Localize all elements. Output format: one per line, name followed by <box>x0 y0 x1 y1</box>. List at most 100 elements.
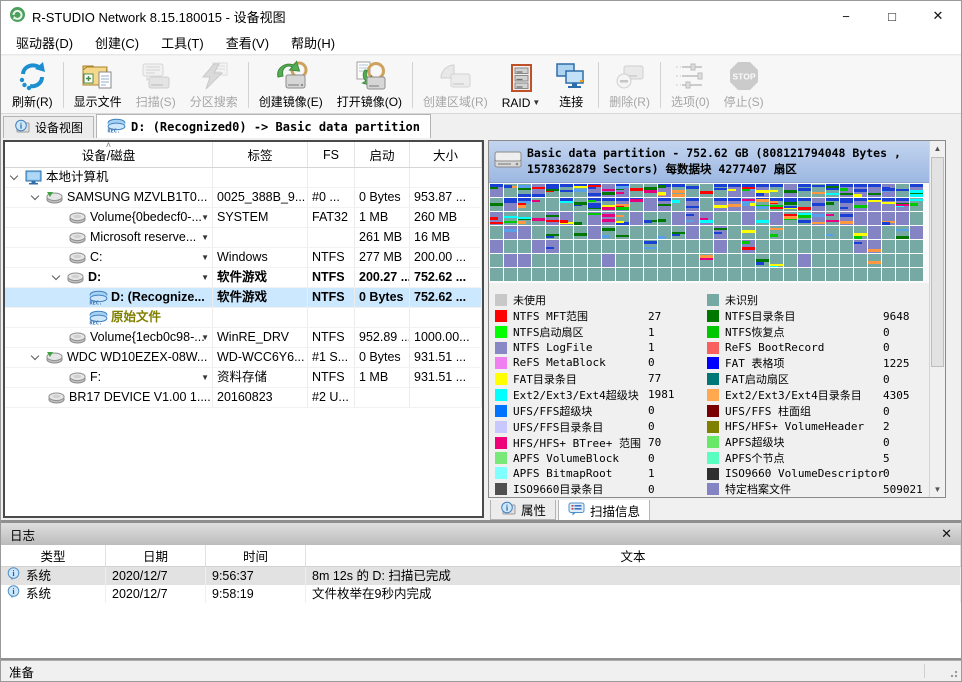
view-tab-bar: i设备视图REC.D: (Recognized0) -> Basic data … <box>1 114 961 138</box>
scroll-thumb[interactable] <box>931 157 944 367</box>
tree-row-3[interactable]: Microsoft reserve...▼261 MB16 MB <box>5 228 482 248</box>
mount-dropdown-icon[interactable]: ▼ <box>201 228 209 247</box>
mount-dropdown-icon[interactable]: ▼ <box>201 328 209 347</box>
block-cell <box>910 254 923 267</box>
view-tab-0[interactable]: i设备视图 <box>3 116 94 138</box>
expander-chevron-icon[interactable] <box>31 352 39 360</box>
scroll-up-icon[interactable]: ▲ <box>930 141 945 156</box>
block-cell <box>672 240 685 253</box>
log-row-0[interactable]: i系统2020/12/79:56:378m 12s 的 D: 扫描已完成 <box>1 567 961 585</box>
toolbar-button-connect[interactable]: 连接 <box>547 58 595 112</box>
toolbar-button-partition-search: 分区搜索 <box>183 58 245 112</box>
legend-entry: FAT启动扇区0 <box>707 371 927 387</box>
block-cell <box>910 268 923 281</box>
scan-tab-1[interactable]: 扫描信息 <box>558 500 650 521</box>
toolbar-button-raid[interactable]: RAID▼ <box>495 58 548 112</box>
menu-item-4[interactable]: 帮助(H) <box>280 30 346 55</box>
block-stripe <box>770 184 783 187</box>
log-column-time[interactable]: 时间 <box>206 545 306 566</box>
scan-tab-0[interactable]: i属性 <box>490 500 556 520</box>
tree-row-0[interactable]: 本地计算机 <box>5 168 482 188</box>
tree-row-5[interactable]: D:▼软件游戏NTFS200.27 ...752.62 ... <box>5 268 482 288</box>
block-cell <box>588 240 601 253</box>
block-stripe <box>714 228 727 230</box>
block-stripe <box>770 201 778 203</box>
svg-text:REC.: REC. <box>89 321 102 326</box>
column-header-size[interactable]: 大小 <box>410 142 482 167</box>
legend-count: 0 <box>883 326 890 339</box>
tree-row-2[interactable]: Volume{0bedecf0-...▼SYSTEMFAT321 MB260 M… <box>5 208 482 228</box>
raid-dropdown-icon[interactable]: ▼ <box>532 98 540 107</box>
block-cell <box>910 212 923 225</box>
scroll-down-icon[interactable]: ▼ <box>930 482 945 497</box>
mount-dropdown-icon[interactable]: ▼ <box>201 368 209 387</box>
block-cell <box>518 212 531 225</box>
menu-item-0[interactable]: 驱动器(D) <box>5 30 84 55</box>
legend-label: FAT 表格项 <box>725 355 883 371</box>
log-row-1[interactable]: i系统2020/12/79:58:19文件枚举在9秒内完成 <box>1 585 961 603</box>
disk-green-icon <box>44 191 64 204</box>
column-header-start[interactable]: 启动 <box>355 142 410 167</box>
tree-row-6[interactable]: REC.D: (Recognize...软件游戏NTFS0 Bytes752.6… <box>5 288 482 308</box>
start-offset <box>355 168 410 187</box>
mount-dropdown-icon[interactable]: ▼ <box>201 208 209 227</box>
minimize-button[interactable]: − <box>823 1 869 31</box>
expander-chevron-icon[interactable] <box>52 272 60 280</box>
legend-entry: HFS/HFS+ BTree+ 范围70 <box>495 435 707 451</box>
block-cell <box>658 268 671 281</box>
tree-row-10[interactable]: F:▼资料存储NTFS1 MB931.51 ... <box>5 368 482 388</box>
device-tree-panel: ˄设备/磁盘 标签 FS 启动 大小 本地计算机SAMSUNG MZVLB1T0… <box>3 140 484 518</box>
toolbar-button-refresh[interactable]: 刷新(R) <box>5 58 60 112</box>
column-header-label[interactable]: 标签 <box>213 142 308 167</box>
resize-grip[interactable] <box>948 668 958 678</box>
block-cell <box>588 268 601 281</box>
legend-count: 77 <box>648 372 661 385</box>
fs-type: NTFS <box>308 368 355 387</box>
block-cell <box>602 226 615 239</box>
maximize-button[interactable]: □ <box>869 1 915 31</box>
toolbar-button-open-image[interactable]: 打开镜像(O) <box>330 58 409 112</box>
computer-icon <box>23 170 43 185</box>
view-tab-1[interactable]: REC.D: (Recognized0) -> Basic data parti… <box>96 114 431 138</box>
legend-count: 0 <box>648 404 655 417</box>
toolbar-button-create-image[interactable]: 创建镜像(E) <box>252 58 330 112</box>
block-stripe <box>756 206 769 209</box>
block-cell <box>714 184 727 197</box>
tree-row-9[interactable]: WDC WD10EZEX-08W...WD-WCC6Y6...#1 S...0 … <box>5 348 482 368</box>
scan-scrollbar[interactable]: ▲ ▼ <box>929 141 945 497</box>
block-cell <box>602 254 615 267</box>
tree-row-11[interactable]: BR17 DEVICE V1.00 1....20160823#2 U... <box>5 388 482 408</box>
menu-item-3[interactable]: 查看(V) <box>215 30 280 55</box>
start-offset: 0 Bytes <box>355 288 410 307</box>
tree-row-4[interactable]: C:▼WindowsNTFS277 MB200.00 ... <box>5 248 482 268</box>
menu-item-1[interactable]: 创建(C) <box>84 30 150 55</box>
block-stripe <box>714 188 727 190</box>
tree-row-8[interactable]: Volume{1ecb0c98-...▼WinRE_DRVNTFS952.89 … <box>5 328 482 348</box>
volume-label <box>213 308 308 327</box>
log-column-text[interactable]: 文本 <box>306 545 961 566</box>
log-panel: 日志 ✕ 类型 日期 时间 文本 i系统2020/12/79:56:378m 1… <box>1 523 961 660</box>
legend-label: 未使用 <box>513 292 648 308</box>
log-column-date[interactable]: 日期 <box>106 545 206 566</box>
block-cell <box>756 240 769 253</box>
block-stripe <box>742 241 750 244</box>
log-column-type[interactable]: 类型 <box>1 545 106 566</box>
mount-dropdown-icon[interactable]: ▼ <box>201 268 209 287</box>
tree-row-1[interactable]: SAMSUNG MZVLB1T0...0025_388B_9...#0 ...0… <box>5 188 482 208</box>
fs-type <box>308 228 355 247</box>
column-header-fs[interactable]: FS <box>308 142 355 167</box>
column-header-device[interactable]: ˄设备/磁盘 <box>5 142 213 167</box>
block-cell <box>658 240 671 253</box>
block-cell <box>686 198 699 211</box>
menu-item-2[interactable]: 工具(T) <box>150 30 215 55</box>
block-map[interactable] <box>489 183 929 283</box>
block-stripe <box>686 186 699 189</box>
log-close-icon[interactable]: ✕ <box>941 526 952 542</box>
expander-chevron-icon[interactable] <box>10 172 18 180</box>
block-stripe <box>700 258 713 260</box>
mount-dropdown-icon[interactable]: ▼ <box>201 248 209 267</box>
tree-row-7[interactable]: REC.原始文件 <box>5 308 482 328</box>
close-button[interactable]: ✕ <box>915 1 961 31</box>
toolbar-button-show-files[interactable]: 显示文件 <box>67 58 129 112</box>
expander-chevron-icon[interactable] <box>31 192 39 200</box>
